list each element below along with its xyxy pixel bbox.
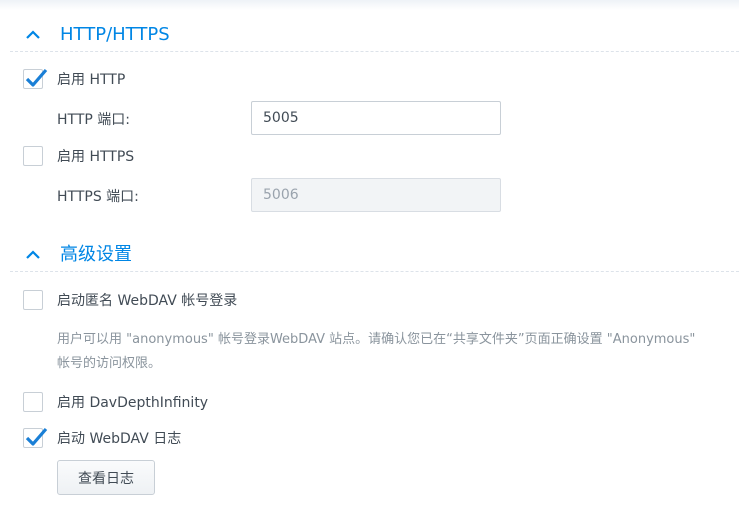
anonymous-login-checkbox[interactable] xyxy=(23,290,43,310)
https-port-value: 5006 xyxy=(263,187,299,203)
section-title: 高级设置 xyxy=(60,244,132,265)
enable-http-label: 启用 HTTP xyxy=(57,72,126,88)
webdav-log-checkbox[interactable] xyxy=(23,427,48,448)
anonymous-login-label: 启动匿名 WebDAV 帐号登录 xyxy=(57,293,238,309)
dav-depth-infinity-row[interactable]: 启用 DavDepthInfinity xyxy=(23,392,208,412)
https-port-label: HTTPS 端口: xyxy=(57,189,139,205)
http-port-label: HTTP 端口: xyxy=(57,112,130,128)
view-log-button[interactable]: 查看日志 xyxy=(57,460,155,495)
section-header-http-https[interactable]: HTTP/HTTPS xyxy=(10,19,739,52)
enable-http-row[interactable]: 启用 HTTP xyxy=(23,68,126,89)
enable-http-checkbox[interactable] xyxy=(23,68,48,89)
checkmark-icon xyxy=(25,68,48,87)
checkmark-icon xyxy=(25,427,48,446)
anonymous-login-row[interactable]: 启动匿名 WebDAV 帐号登录 xyxy=(23,290,237,310)
description-line: 用户可以用 "anonymous" 帐号登录WebDAV 站点。请确认您已在“共… xyxy=(57,332,696,347)
https-port-input[interactable]: 5006 xyxy=(251,178,501,212)
section-header-advanced[interactable]: 高级设置 xyxy=(10,239,739,272)
section-title: HTTP/HTTPS xyxy=(60,24,170,45)
enable-https-row[interactable]: 启用 HTTPS xyxy=(23,146,134,166)
chevron-up-icon xyxy=(26,250,40,259)
enable-https-checkbox[interactable] xyxy=(23,146,43,166)
anonymous-login-description: 用户可以用 "anonymous" 帐号登录WebDAV 站点。请确认您已在“共… xyxy=(57,328,739,376)
http-port-value: 5005 xyxy=(263,110,299,126)
http-port-input[interactable]: 5005 xyxy=(251,101,501,135)
webdav-log-label: 启动 WebDAV 日志 xyxy=(57,431,182,447)
dav-depth-infinity-label: 启用 DavDepthInfinity xyxy=(57,395,209,411)
webdav-log-row[interactable]: 启动 WebDAV 日志 xyxy=(23,427,182,448)
top-shadow xyxy=(0,0,739,10)
enable-https-label: 启用 HTTPS xyxy=(57,149,135,165)
dav-depth-infinity-checkbox[interactable] xyxy=(23,392,43,412)
chevron-up-icon xyxy=(26,30,40,39)
description-line: 帐号的访问权限。 xyxy=(57,356,162,371)
